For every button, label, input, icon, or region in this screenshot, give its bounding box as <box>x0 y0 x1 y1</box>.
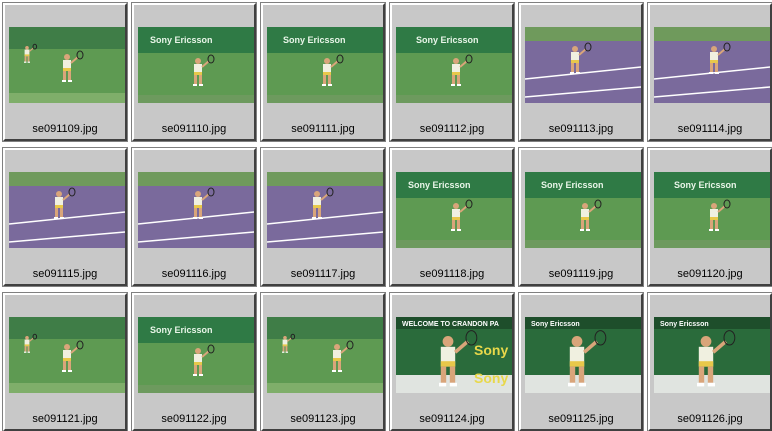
thumbnail-image: Sony Ericsson <box>396 27 512 103</box>
thumbnail-image <box>267 172 383 248</box>
photo-preview <box>267 172 383 248</box>
thumbnail-item[interactable]: Sony Ericsson se091111.jpg <box>260 2 386 142</box>
thumbnail-filename: se091112.jpg <box>419 123 485 135</box>
thumbnail-item[interactable]: se091123.jpg <box>260 292 386 431</box>
thumbnail-filename: se091113.jpg <box>548 123 614 135</box>
thumbnail-image: Sony Ericsson <box>654 317 770 393</box>
thumbnail-filename: se091126.jpg <box>677 413 743 425</box>
photo-preview: Sony Ericsson <box>396 172 512 248</box>
thumbnail-image <box>654 27 770 103</box>
thumbnail-item[interactable]: Sony Ericsson se091126.jpg <box>647 292 772 431</box>
thumbnail-filename: se091125.jpg <box>548 413 614 425</box>
thumbnail-filename: se091119.jpg <box>548 268 614 280</box>
thumbnail-filename: se091109.jpg <box>32 123 98 135</box>
thumbnail-filename: se091120.jpg <box>677 268 743 280</box>
thumbnail-image: Sony Ericsson <box>138 27 254 103</box>
thumbnail-item[interactable]: se091116.jpg <box>131 147 257 287</box>
photo-preview: Sony Ericsson <box>267 27 383 103</box>
photo-preview: Sony Ericsson <box>525 172 641 248</box>
photo-preview: Sony Ericsson <box>138 27 254 103</box>
svg-text:Sony Ericsson: Sony Ericsson <box>674 180 737 190</box>
thumbnail-item[interactable]: Sony Ericsson se091110.jpg <box>131 2 257 142</box>
svg-text:Sony: Sony <box>474 370 508 386</box>
thumbnail-item[interactable]: se091117.jpg <box>260 147 386 287</box>
photo-preview <box>525 27 641 103</box>
thumbnail-item[interactable]: WELCOME TO CRANDON PA Sony Sony se091124.jp… <box>389 292 515 431</box>
photo-preview: Sony Ericsson <box>654 172 770 248</box>
thumbnail-image: Sony Ericsson <box>525 172 641 248</box>
thumbnail-item[interactable]: se091121.jpg <box>2 292 128 431</box>
thumbnail-item[interactable]: Sony Ericsson se091122.jpg <box>131 292 257 431</box>
thumbnail-image <box>267 317 383 393</box>
svg-text:Sony Ericsson: Sony Ericsson <box>416 35 479 45</box>
photo-preview <box>654 27 770 103</box>
photo-preview: WELCOME TO CRANDON PA Sony Sony <box>396 317 512 393</box>
thumbnail-filename: se091116.jpg <box>161 268 227 280</box>
svg-text:Sony: Sony <box>474 342 508 358</box>
svg-text:Sony Ericsson: Sony Ericsson <box>283 35 346 45</box>
svg-text:Sony Ericsson: Sony Ericsson <box>150 325 213 335</box>
photo-preview: Sony Ericsson <box>525 317 641 393</box>
svg-text:Sony Ericsson: Sony Ericsson <box>660 321 709 328</box>
photo-preview <box>9 317 125 393</box>
thumbnail-item[interactable]: Sony Ericsson se091125.jpg <box>518 292 644 431</box>
thumbnail-item[interactable]: Sony Ericsson se091118.jpg <box>389 147 515 287</box>
photo-preview: Sony Ericsson <box>654 317 770 393</box>
thumbnail-filename: se091115.jpg <box>32 268 98 280</box>
thumbnail-item[interactable]: Sony Ericsson se091120.jpg <box>647 147 772 287</box>
thumbnail-item[interactable]: se091109.jpg <box>2 2 128 142</box>
thumbnail-image: Sony Ericsson <box>138 317 254 393</box>
photo-preview <box>138 172 254 248</box>
thumbnail-filename: se091118.jpg <box>419 268 485 280</box>
thumbnail-image <box>9 27 125 103</box>
photo-preview <box>267 317 383 393</box>
svg-text:WELCOME TO CRANDON PA: WELCOME TO CRANDON PA <box>402 321 499 328</box>
thumbnail-image <box>525 27 641 103</box>
svg-text:Sony Ericsson: Sony Ericsson <box>150 35 213 45</box>
thumbnail-item[interactable]: se091115.jpg <box>2 147 128 287</box>
thumbnail-image: Sony Ericsson <box>267 27 383 103</box>
photo-preview <box>9 172 125 248</box>
thumbnail-image <box>9 172 125 248</box>
photo-preview: Sony Ericsson <box>396 27 512 103</box>
thumbnail-filename: se091110.jpg <box>161 123 227 135</box>
thumbnail-image <box>9 317 125 393</box>
thumbnail-filename: se091122.jpg <box>161 413 227 425</box>
svg-text:Sony Ericsson: Sony Ericsson <box>408 180 471 190</box>
thumbnail-item[interactable]: Sony Ericsson se091119.jpg <box>518 147 644 287</box>
thumbnail-item[interactable]: se091113.jpg <box>518 2 644 142</box>
thumbnail-grid: se091109.jpg Sony Ericsson se091110.jpg Son… <box>0 0 772 431</box>
thumbnail-item[interactable]: Sony Ericsson se091112.jpg <box>389 2 515 142</box>
thumbnail-image <box>138 172 254 248</box>
thumbnail-filename: se091123.jpg <box>290 413 356 425</box>
thumbnail-filename: se091121.jpg <box>32 413 98 425</box>
thumbnail-image: Sony Ericsson <box>525 317 641 393</box>
photo-preview <box>9 27 125 103</box>
thumbnail-filename: se091117.jpg <box>290 268 356 280</box>
thumbnail-image: Sony Ericsson <box>396 172 512 248</box>
photo-preview: Sony Ericsson <box>138 317 254 393</box>
svg-text:Sony Ericsson: Sony Ericsson <box>541 180 604 190</box>
thumbnail-item[interactable]: se091114.jpg <box>647 2 772 142</box>
thumbnail-filename: se091111.jpg <box>291 123 355 135</box>
thumbnail-image: WELCOME TO CRANDON PA Sony Sony <box>396 317 512 393</box>
thumbnail-filename: se091124.jpg <box>419 413 485 425</box>
thumbnail-image: Sony Ericsson <box>654 172 770 248</box>
svg-text:Sony Ericsson: Sony Ericsson <box>531 321 580 328</box>
thumbnail-filename: se091114.jpg <box>677 123 743 135</box>
